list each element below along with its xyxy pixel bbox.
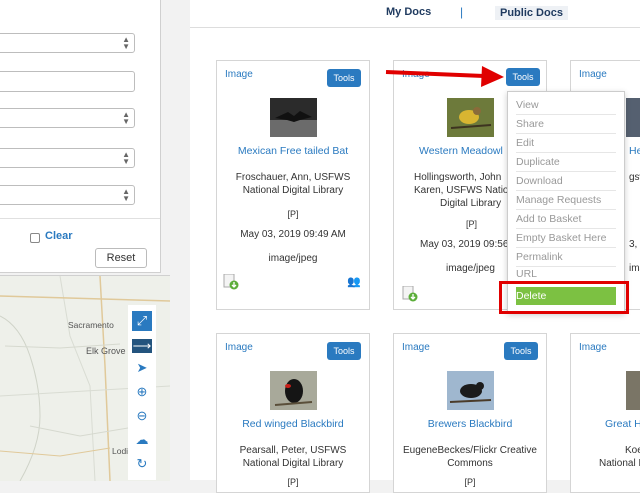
select-arrows-icon: ▲ ▼ <box>122 187 130 203</box>
download-file-icon[interactable] <box>402 286 418 302</box>
tab-public-docs[interactable]: Public Docs <box>495 6 568 20</box>
tools-button[interactable]: Tools <box>504 342 538 360</box>
card-type: Image <box>579 69 607 80</box>
select-arrows-icon: ▲ ▼ <box>122 150 130 166</box>
select-arrows-icon: ▲ ▼ <box>122 35 130 51</box>
map-label-lodi: Lodi <box>112 446 129 456</box>
card-author: Koerner,National D <box>599 445 640 469</box>
heron-thumbnail[interactable] <box>626 98 640 137</box>
card-flag: [P] <box>464 477 476 487</box>
refresh-icon[interactable]: ↻ <box>132 454 152 474</box>
menu-item-empty-basket[interactable]: Empty Basket Here <box>516 229 616 248</box>
zoom-in-icon[interactable]: ⊕ <box>132 382 152 402</box>
menu-item-add-to-basket[interactable]: Add to Basket <box>516 210 616 229</box>
tab-my-docs[interactable]: My Docs <box>386 6 431 18</box>
great-heron-thumbnail[interactable] <box>626 371 640 410</box>
red-arrow-icon <box>385 66 504 87</box>
card-author: EugeneBeckes/Flickr Creative Commons <box>403 445 537 469</box>
fullscreen-icon[interactable]: ⤢ <box>132 311 152 331</box>
tools-button[interactable]: Tools <box>327 342 361 360</box>
map-label-elk-grove: Elk Grove <box>86 346 126 356</box>
card-mime: image/jpeg <box>268 253 318 264</box>
tools-button-active[interactable]: Tools <box>506 68 540 86</box>
brewers-blackbird-thumbnail[interactable] <box>447 371 494 410</box>
clear-link[interactable]: Clear <box>45 230 73 242</box>
card-author: gsw <box>629 172 640 183</box>
filter-divider <box>0 218 160 219</box>
red-winged-blackbird-thumbnail[interactable] <box>270 371 317 410</box>
tools-dropdown-menu: View Share Edit Duplicate Download Manag… <box>507 91 625 313</box>
filter-select-4[interactable]: ▲ ▼ <box>0 185 135 205</box>
reset-button[interactable]: Reset <box>95 248 147 268</box>
card-type: Image <box>579 342 607 353</box>
filter-panel: ▲ ▼ ▲ ▼ ▲ ▼ ▲ ▼ Clear Reset <box>0 0 161 273</box>
tab-separator: | <box>460 5 464 19</box>
tools-button[interactable]: Tools <box>327 69 361 87</box>
card-title[interactable]: Brewers Blackbird <box>394 418 546 430</box>
menu-item-view[interactable]: View <box>516 96 616 115</box>
menu-item-share[interactable]: Share <box>516 115 616 134</box>
bat-thumbnail[interactable] <box>270 98 317 137</box>
upload-cloud-icon[interactable]: ☁ <box>132 430 152 450</box>
card-type: Image <box>402 342 430 353</box>
filter-select-3[interactable]: ▲ ▼ <box>0 148 135 168</box>
card-author: Froschauer, Ann, USFWS National Digital L… <box>235 172 351 196</box>
filter-select-1[interactable]: ▲ ▼ <box>0 33 135 53</box>
card-flag: [P] <box>287 477 299 487</box>
card-title[interactable]: Red winged Blackbird <box>217 418 369 430</box>
zoom-out-icon[interactable]: ⊖ <box>132 406 152 426</box>
menu-item-permalink[interactable]: Permalink <box>516 248 616 267</box>
card-date: May 03, 2019 09:49 AM <box>240 229 346 240</box>
pointer-icon[interactable]: ➤ <box>132 358 152 378</box>
menu-item-url[interactable]: URL <box>516 267 616 282</box>
card-flag: [P] <box>287 209 299 219</box>
menu-item-manage-requests[interactable]: Manage Requests <box>516 191 616 210</box>
download-file-icon[interactable] <box>223 274 239 290</box>
menu-item-duplicate[interactable]: Duplicate <box>516 153 616 172</box>
card-title[interactable]: Mexican Free tailed Bat <box>217 145 369 157</box>
filter-input[interactable] <box>0 71 135 92</box>
card-author: Pearsall, Peter, USFWS National Digital L… <box>239 445 347 469</box>
card-title[interactable]: Great H <box>605 418 640 430</box>
doc-card[interactable]: Image Tools Brewers Blackbird EugeneBeck… <box>393 333 547 493</box>
doc-card[interactable]: Image Great H Koerner,National D <box>570 333 640 493</box>
clear-checkbox[interactable] <box>30 233 40 243</box>
delete-highlight-box <box>499 281 629 314</box>
card-date: 3, 2 <box>629 239 640 250</box>
map-label-sacramento: Sacramento <box>68 320 114 330</box>
meadowlark-thumbnail[interactable] <box>447 98 494 137</box>
menu-item-download[interactable]: Download <box>516 172 616 191</box>
select-arrows-icon: ▲ ▼ <box>122 110 130 126</box>
card-title[interactable]: Hea <box>629 145 640 157</box>
filter-select-2[interactable]: ▲ ▼ <box>0 108 135 128</box>
card-type: Image <box>225 69 253 80</box>
menu-item-edit[interactable]: Edit <box>516 134 616 153</box>
card-type: Image <box>225 342 253 353</box>
doc-card[interactable]: Image Tools Mexican Free tailed Bat Fros… <box>216 60 370 310</box>
group-icon[interactable]: 👥 <box>347 275 361 288</box>
card-mime: ima <box>629 263 640 274</box>
arrow-right-icon[interactable]: ⟶ <box>132 339 152 353</box>
doc-card[interactable]: Image Tools Red winged Blackbird Pearsal… <box>216 333 370 493</box>
